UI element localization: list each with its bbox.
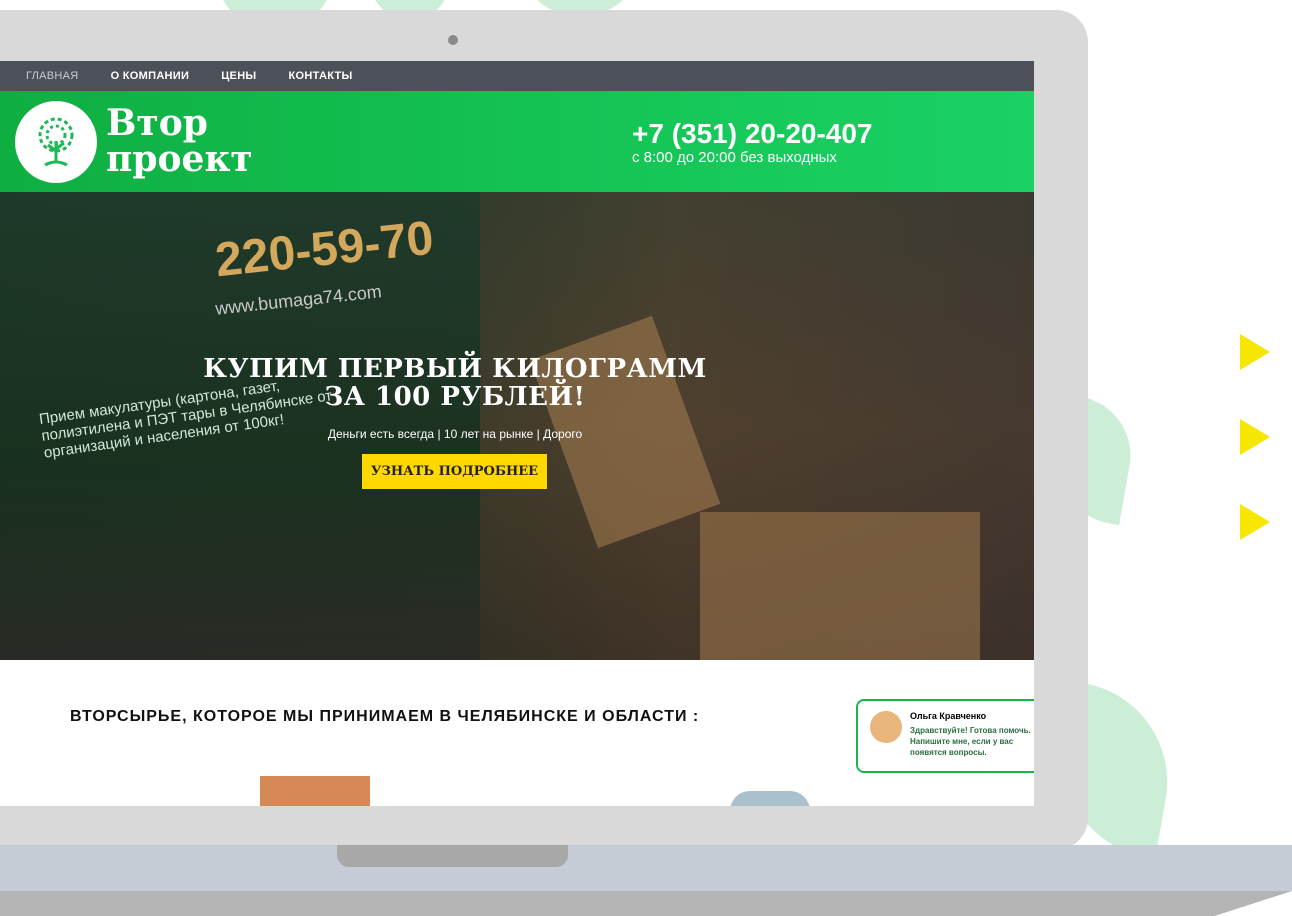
brand-line1: Втор [106,102,208,144]
arrow-icon [1240,419,1270,455]
laptop-base-edge [0,891,1292,916]
hero-subtitle: Деньги есть всегда | 10 лет на рынке | Д… [327,427,583,441]
learn-more-button[interactable]: УЗНАТЬ ПОДРОБНЕЕ [362,454,547,489]
camera-icon [448,35,458,45]
nav-item-about[interactable]: О КОМПАНИИ [111,70,190,82]
nav-item-contacts[interactable]: КОНТАКТЫ [289,70,353,82]
hero-title-line2: ЗА 100 РУБЛЕЙ! [324,382,586,412]
website-screen: ГЛАВНАЯ О КОМПАНИИ ЦЕНЫ КОНТАКТЫ Втор пр… [0,61,1034,806]
header-phone[interactable]: +7 (351) 20-20-407 [632,119,873,149]
logo[interactable] [15,101,97,183]
laptop-base [0,845,1292,891]
top-nav: ГЛАВНАЯ О КОМПАНИИ ЦЕНЫ КОНТАКТЫ [0,61,1034,91]
site-header: Втор проект +7 (351) 20-20-407 с 8:00 до… [0,91,1034,192]
nav-item-prices[interactable]: ЦЕНЫ [221,70,256,82]
brand-line2: проект [106,138,253,180]
section-title: ВТОРСЫРЬЕ, КОТОРОЕ МЫ ПРИНИМАЕМ В ЧЕЛЯБИ… [70,708,700,725]
avatar [870,711,902,743]
nav-item-home[interactable]: ГЛАВНАЯ [26,70,79,82]
cardboard-box [700,512,980,660]
arrow-icon [1240,504,1270,540]
working-hours: с 8:00 до 20:00 без выходных [632,149,837,166]
tree-icon [38,117,74,167]
chat-message: Здравствуйте! Готова помочь. Напишите мн… [910,726,1031,757]
recyclable-item-image [260,776,370,806]
hero-title-line1: КУПИМ ПЕРВЫЙ КИЛОГРАММ [203,354,707,384]
recyclable-item-image [730,791,810,806]
hero-title: КУПИМ ПЕРВЫЙ КИЛОГРАММ ЗА 100 РУБЛЕЙ! [0,355,910,411]
chat-widget[interactable]: Ольга Кравченко Здравствуйте! Готова пом… [856,699,1034,773]
brand-name: Втор проект [106,105,253,177]
laptop-notch [337,845,568,867]
chat-agent-name: Ольга Кравченко [910,711,987,721]
hero-banner: 220-59-70 www.bumaga74.com Прием макулат… [0,192,1034,660]
arrow-icon [1240,334,1270,370]
